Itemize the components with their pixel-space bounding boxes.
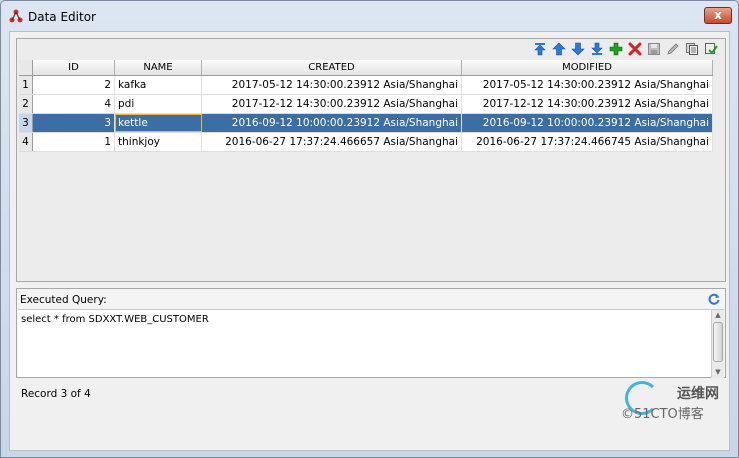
table-row[interactable]: 1 2 kafka 2017-05-12 14:30:00.23912 Asia… [19, 76, 713, 95]
add-row-icon[interactable] [608, 41, 624, 57]
executed-query-label: Executed Query: [20, 294, 107, 306]
copy-icon[interactable] [684, 41, 700, 57]
cell-created[interactable]: 2017-12-12 14:30:00.23912 Asia/Shanghai [202, 95, 462, 113]
refresh-icon[interactable] [707, 292, 721, 306]
row-number[interactable]: 1 [19, 76, 33, 94]
move-up-icon[interactable] [551, 41, 567, 57]
close-button[interactable]: x [704, 7, 732, 24]
scroll-up-icon[interactable]: ▲ [712, 310, 724, 321]
results-grid-panel: ID NAME CREATED MODIFIED 1 2 kafka 2017-… [16, 38, 726, 282]
table-row[interactable]: 4 1 thinkjoy 2016-06-27 17:37:24.466657 … [19, 133, 713, 152]
executed-query-panel: Executed Query: select * from SDXXT.WEB_… [16, 288, 726, 378]
cell-name[interactable]: pdi [115, 95, 202, 113]
cell-id[interactable]: 3 [33, 114, 115, 132]
window-title: Data Editor [28, 10, 96, 24]
row-number-header [19, 60, 33, 75]
title-bar[interactable]: Data Editor x [1, 1, 738, 31]
cell-name[interactable]: kettle [115, 114, 202, 132]
move-first-icon[interactable] [532, 41, 548, 57]
row-number[interactable]: 3 [19, 114, 33, 132]
scrollbar-thumb[interactable] [713, 322, 723, 362]
cell-name[interactable]: thinkjoy [115, 133, 202, 151]
row-number[interactable]: 4 [19, 133, 33, 151]
watermark-logo: 运维网 ©51CTO博客 [619, 381, 739, 422]
cell-id[interactable]: 1 [33, 133, 115, 151]
cell-modified[interactable]: 2016-09-12 10:00:00.23912 Asia/Shanghai [462, 114, 713, 132]
cell-created[interactable]: 2016-09-12 10:00:00.23912 Asia/Shanghai [202, 114, 462, 132]
cell-created[interactable]: 2017-05-12 14:30:00.23912 Asia/Shanghai [202, 76, 462, 94]
cell-modified[interactable]: 2017-12-12 14:30:00.23912 Asia/Shanghai [462, 95, 713, 113]
scroll-down-icon[interactable]: ▼ [712, 367, 724, 378]
app-icon [9, 9, 23, 23]
table-header: ID NAME CREATED MODIFIED [19, 60, 713, 76]
column-header-created[interactable]: CREATED [202, 60, 462, 75]
save-icon[interactable] [646, 41, 662, 57]
delete-row-icon[interactable] [627, 41, 643, 57]
cell-id[interactable]: 4 [33, 95, 115, 113]
table-row[interactable]: 2 4 pdi 2017-12-12 14:30:00.23912 Asia/S… [19, 95, 713, 114]
column-header-id[interactable]: ID [33, 60, 115, 75]
column-header-name[interactable]: NAME [115, 60, 202, 75]
move-last-icon[interactable] [589, 41, 605, 57]
query-text: select * from SDXXT.WEB_CUSTOMER [21, 314, 209, 325]
vertical-scrollbar[interactable]: ▲ ▼ [711, 310, 724, 378]
table-row-selected[interactable]: 3 3 kettle 2016-09-12 10:00:00.23912 Asi… [19, 114, 713, 133]
data-table: ID NAME CREATED MODIFIED 1 2 kafka 2017-… [19, 60, 713, 152]
cell-modified[interactable]: 2017-05-12 14:30:00.23912 Asia/Shanghai [462, 76, 713, 94]
cell-created[interactable]: 2016-06-27 17:37:24.466657 Asia/Shanghai [202, 133, 462, 151]
data-editor-window: Data Editor x ID NAME CREATED MODIFIED 1… [0, 0, 739, 458]
watermark-text-primary: 运维网 [677, 386, 719, 402]
cell-id[interactable]: 2 [33, 76, 115, 94]
watermark-text-secondary: ©51CTO博客 [621, 407, 704, 422]
record-status: Record 3 of 4 [21, 388, 91, 400]
query-text-area[interactable]: select * from SDXXT.WEB_CUSTOMER ▲ ▼ [18, 309, 724, 378]
edit-icon[interactable] [665, 41, 681, 57]
grid-toolbar [532, 41, 719, 59]
column-header-modified[interactable]: MODIFIED [462, 60, 713, 75]
cell-name[interactable]: kafka [115, 76, 202, 94]
commit-icon[interactable] [703, 41, 719, 57]
row-number[interactable]: 2 [19, 95, 33, 113]
cell-modified[interactable]: 2016-06-27 17:37:24.466745 Asia/Shanghai [462, 133, 713, 151]
move-down-icon[interactable] [570, 41, 586, 57]
